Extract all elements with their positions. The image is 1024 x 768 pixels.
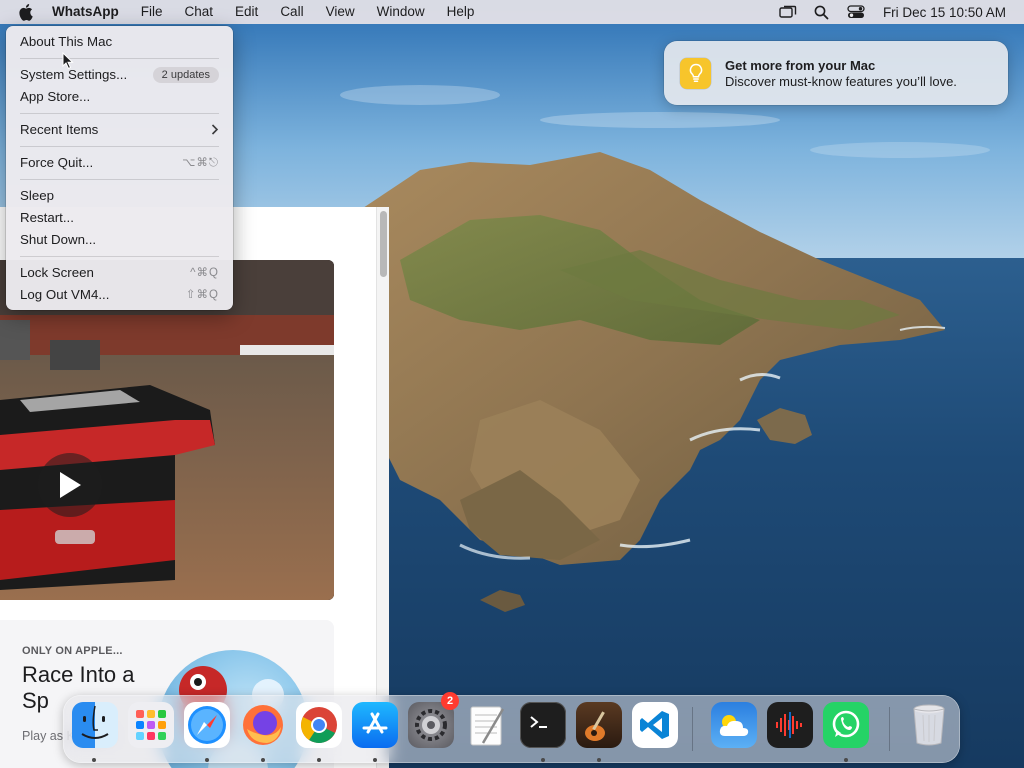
running-indicator <box>261 758 265 762</box>
menu-app-name[interactable]: WhatsApp <box>52 0 130 24</box>
menu-view[interactable]: View <box>315 0 366 24</box>
menu-item-label: Sleep <box>20 188 55 203</box>
menu-chat[interactable]: Chat <box>174 0 225 24</box>
menu-item-label: Lock Screen <box>20 265 94 280</box>
notification-title: Get more from your Mac <box>725 57 876 73</box>
menu-separator <box>20 113 219 114</box>
menu-separator <box>20 256 219 257</box>
menu-item-label: Recent Items <box>20 122 99 137</box>
notification-text: Get more from your Mac Discover must-kno… <box>725 58 957 89</box>
menu-item-system-settings[interactable]: System Settings... 2 updates <box>11 64 228 86</box>
spotlight-search-icon[interactable] <box>812 4 832 20</box>
garageband-icon[interactable] <box>576 702 622 748</box>
menu-call[interactable]: Call <box>269 0 314 24</box>
textedit-icon[interactable] <box>464 702 510 748</box>
menu-item-label: Restart... <box>20 210 74 225</box>
app-store-icon[interactable] <box>352 702 398 748</box>
menu-help[interactable]: Help <box>436 0 486 24</box>
menu-item-sleep[interactable]: Sleep <box>11 185 228 207</box>
whatsapp-icon[interactable] <box>823 702 869 748</box>
running-indicator <box>317 758 321 762</box>
launchpad-icon[interactable] <box>128 702 174 748</box>
terminal-icon[interactable] <box>520 702 566 748</box>
menu-item-label: Log Out VM4... <box>20 287 110 302</box>
voice-memos-icon[interactable] <box>767 702 813 748</box>
menu-bar-clock[interactable]: Fri Dec 15 10:50 AM <box>883 5 1006 20</box>
notification-badge: 2 <box>441 692 459 710</box>
vscode-icon[interactable] <box>632 702 678 748</box>
chrome-icon[interactable] <box>296 702 342 748</box>
menu-window[interactable]: Window <box>366 0 436 24</box>
menu-bar-status-area: Fri Dec 15 10:50 AM <box>771 0 1006 24</box>
screen-mirroring-icon[interactable] <box>778 4 798 20</box>
menu-edit[interactable]: Edit <box>224 0 269 24</box>
updates-badge: 2 updates <box>152 67 219 83</box>
menu-item-restart[interactable]: Restart... <box>11 207 228 229</box>
running-indicator <box>844 758 848 762</box>
running-indicator <box>205 758 209 762</box>
firefox-icon[interactable] <box>240 702 286 748</box>
featured-video[interactable]: sparco <box>0 260 334 600</box>
apple-menu-icon[interactable] <box>18 3 36 21</box>
menu-file[interactable]: File <box>130 0 174 24</box>
window-scrollbar[interactable] <box>376 207 389 768</box>
notification-body: Discover must-know features you’ll love. <box>725 73 957 89</box>
menu-bar: WhatsApp File Chat Edit Call View Window… <box>0 0 1024 24</box>
running-indicator <box>373 758 377 762</box>
dock-divider <box>692 707 693 751</box>
menu-separator <box>20 146 219 147</box>
menu-item-label: Shut Down... <box>20 232 97 247</box>
notification-banner[interactable]: Get more from your Mac Discover must-kno… <box>664 41 1008 105</box>
shortcut-label: ⇧⌘Q <box>185 289 219 301</box>
dock: 2 <box>63 692 960 763</box>
safari-icon[interactable] <box>184 702 230 748</box>
play-icon[interactable] <box>38 453 102 517</box>
menu-item-shut-down[interactable]: Shut Down... <box>11 229 228 251</box>
running-indicator <box>597 758 601 762</box>
control-center-icon[interactable] <box>846 4 866 20</box>
menu-item-about-this-mac[interactable]: About This Mac <box>11 31 228 53</box>
menu-item-log-out[interactable]: Log Out VM4... ⇧⌘Q <box>11 284 228 306</box>
running-indicator <box>541 758 545 762</box>
scrollbar-thumb[interactable] <box>380 211 387 277</box>
trash-icon[interactable] <box>906 702 952 748</box>
running-indicator <box>92 758 96 762</box>
apple-menu-dropdown: About This Mac System Settings... 2 upda… <box>6 26 233 310</box>
menu-item-label: App Store... <box>20 89 91 104</box>
promo-eyebrow: ONLY ON APPLE... <box>22 645 123 657</box>
chevron-right-icon <box>211 119 219 141</box>
menu-separator <box>20 58 219 59</box>
weather-icon[interactable] <box>711 702 757 748</box>
menu-item-force-quit[interactable]: Force Quit... ⌥⌘⎋ <box>11 152 228 174</box>
menu-item-label: Force Quit... <box>20 155 94 170</box>
menu-item-label: About This Mac <box>20 34 113 49</box>
shortcut-label: ^⌘Q <box>190 267 219 279</box>
finder-icon[interactable] <box>72 702 118 748</box>
menu-separator <box>20 179 219 180</box>
shortcut-label: ⌥⌘⎋ <box>182 157 219 169</box>
dock-divider <box>889 707 890 751</box>
mouse-cursor-icon <box>62 51 74 73</box>
lightbulb-icon <box>680 57 711 89</box>
menu-item-recent-items[interactable]: Recent Items <box>11 119 228 141</box>
menu-item-lock-screen[interactable]: Lock Screen ^⌘Q <box>11 262 228 284</box>
menu-item-app-store[interactable]: App Store... <box>11 86 228 108</box>
